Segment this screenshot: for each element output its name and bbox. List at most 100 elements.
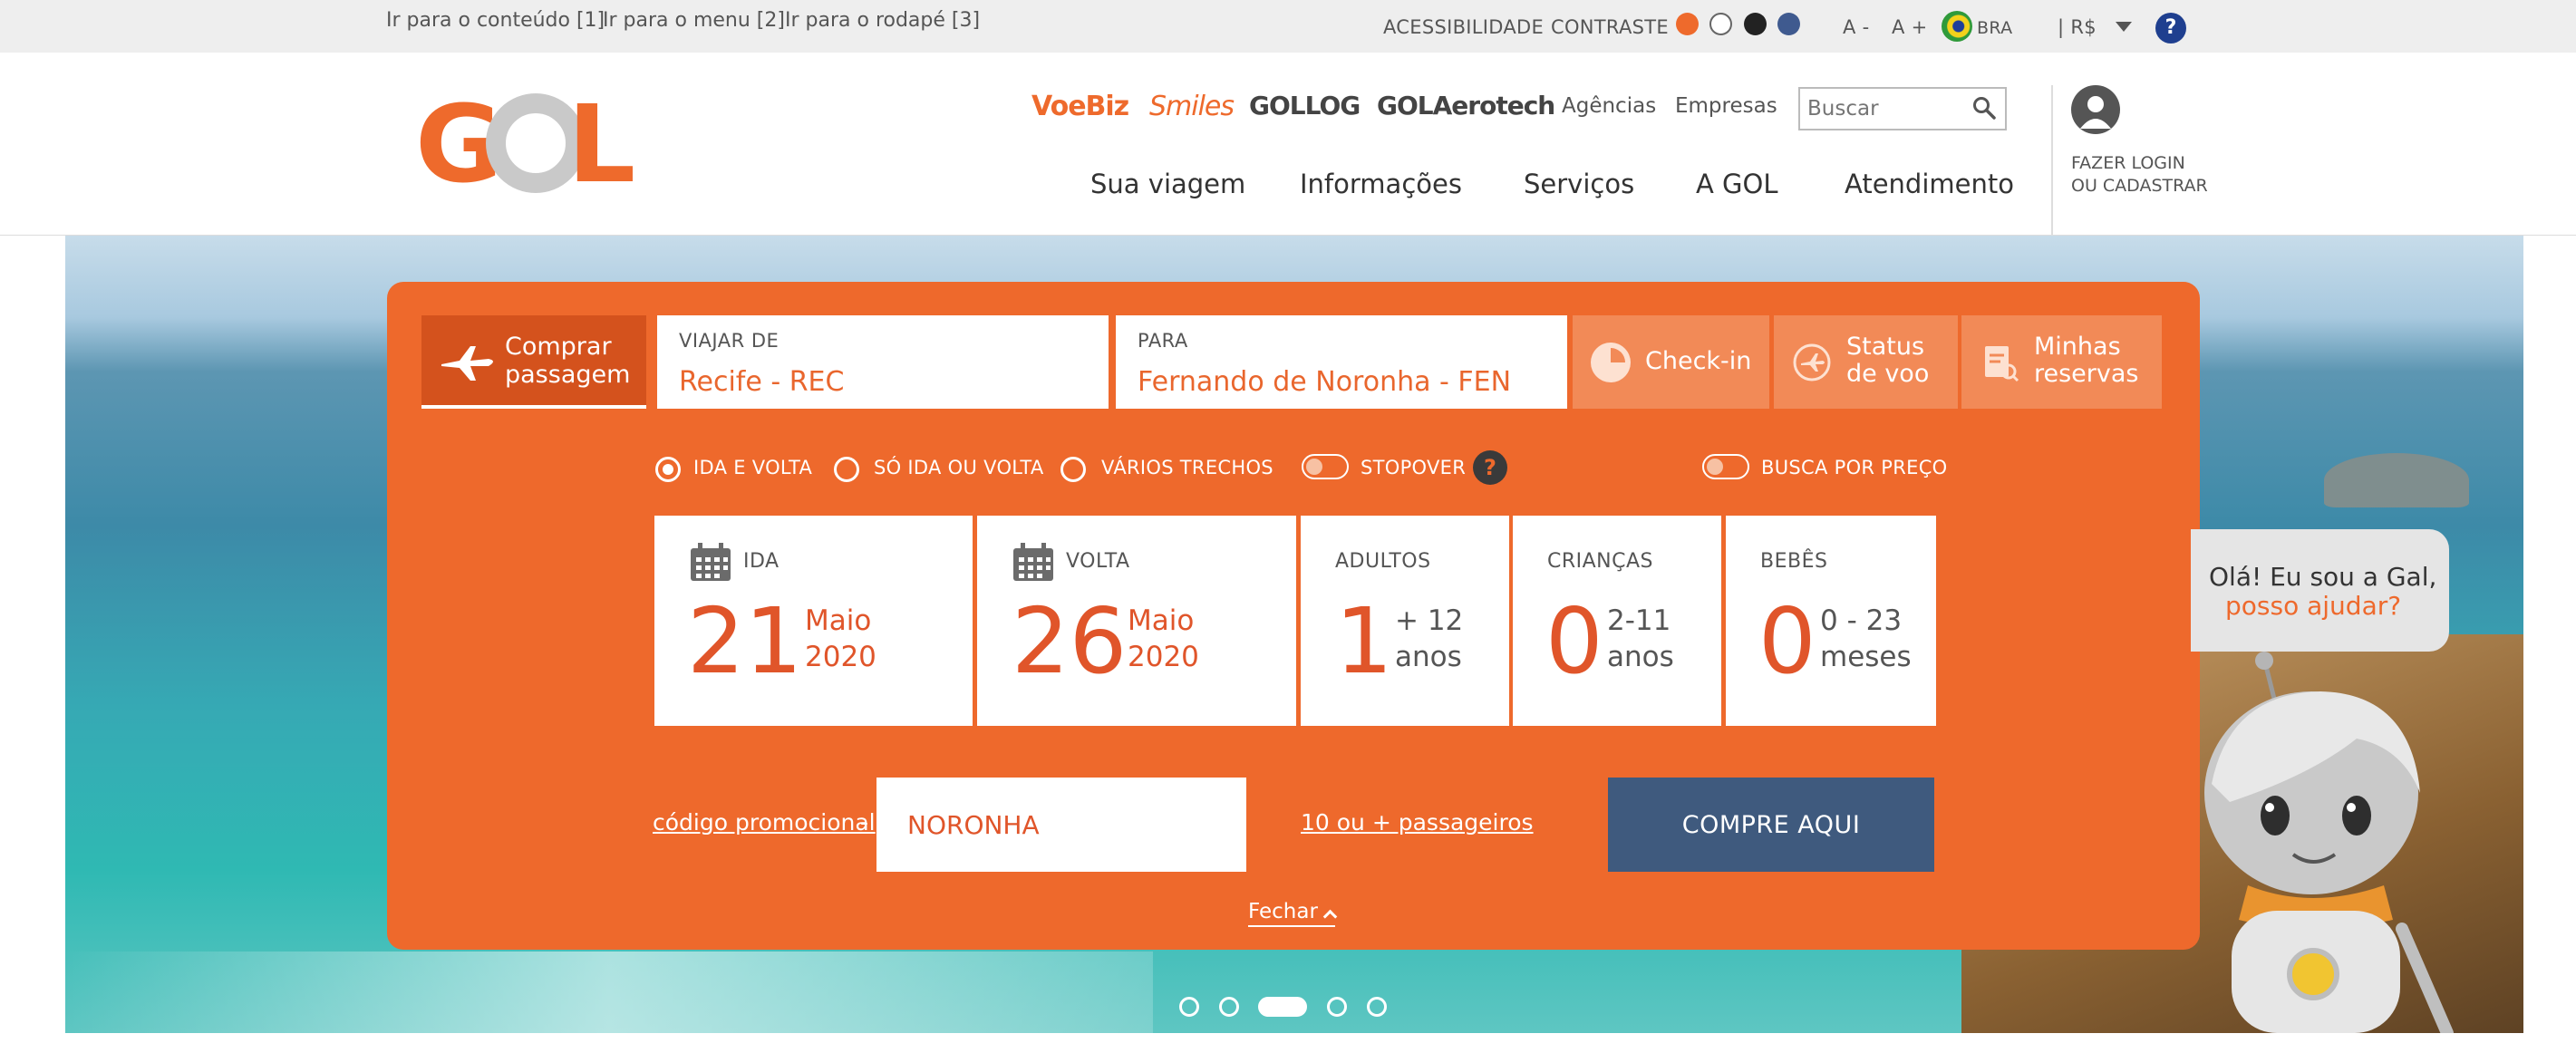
close-label: Fechar	[1248, 900, 1318, 923]
skip-to-footer-link[interactable]: Ir para o rodapé [3]	[785, 9, 980, 32]
skip-to-menu-link[interactable]: Ir para o menu [2]	[603, 9, 785, 32]
utility-bar: Ir para o conteúdo [1] Ir para o menu [2…	[0, 0, 2576, 53]
trip-type-oneway-label[interactable]: SÓ IDA OU VOLTA	[874, 457, 1044, 478]
close-panel-link[interactable]: Fechar	[1248, 900, 1338, 927]
calendar-icon	[1013, 543, 1053, 581]
accessibility-link[interactable]: ACESSIBILIDADE	[1383, 16, 1544, 38]
chevron-up-icon	[1322, 909, 1338, 924]
babies-card[interactable]: BEBÊS 0 0 - 23 meses	[1726, 516, 1936, 726]
svg-text:G: G	[415, 91, 496, 199]
children-age-line-2: anos	[1607, 641, 1674, 673]
clock-icon	[1591, 343, 1631, 382]
contrast-orange-button[interactable]	[1676, 13, 1699, 35]
return-month: Maio	[1128, 604, 1195, 637]
price-search-toggle[interactable]	[1702, 454, 1749, 479]
checkin-label: Check-in	[1645, 347, 1752, 375]
golaerotech-link[interactable]: GOLAerotech	[1377, 91, 1555, 121]
currency-selector[interactable]: | R$	[2058, 16, 2097, 38]
adults-age-line-2: anos	[1395, 641, 1462, 673]
chat-assistant-bubble[interactable]: Olá! Eu sou a Gal, posso ajudar?	[2191, 529, 2449, 652]
origin-field[interactable]: VIAJAR DE Recife - REC	[657, 315, 1109, 409]
nav-servicos[interactable]: Serviços	[1524, 169, 1634, 199]
departure-day: 21	[687, 588, 803, 694]
brazil-flag-icon[interactable]	[1942, 11, 1972, 42]
stopover-toggle[interactable]	[1302, 454, 1349, 479]
search-input[interactable]	[1800, 89, 1963, 129]
trip-type-round-label[interactable]: IDA E VOLTA	[693, 457, 812, 478]
departure-month: Maio	[805, 604, 872, 637]
return-date-card[interactable]: VOLTA 26 Maio 2020	[977, 516, 1296, 726]
carousel-dot-1[interactable]	[1179, 997, 1199, 1017]
chat-help-prompt[interactable]: posso ajudar?	[2225, 591, 2401, 621]
svg-text:L: L	[567, 91, 633, 199]
promo-code-link[interactable]: código promocional	[653, 809, 876, 836]
adults-count: 1	[1335, 588, 1393, 694]
nav-sua-viagem[interactable]: Sua viagem	[1090, 169, 1245, 199]
trip-type-oneway-radio[interactable]	[834, 457, 859, 482]
destination-label: PARA	[1138, 330, 1188, 352]
nav-a-gol[interactable]: A GOL	[1696, 169, 1778, 199]
font-increase-button[interactable]: A +	[1892, 16, 1928, 38]
trip-type-round-radio[interactable]	[655, 457, 681, 482]
tab-buy-line-1: Comprar	[505, 333, 612, 361]
reservations-line-2: reservas	[2034, 360, 2139, 388]
children-label: CRIANÇAS	[1547, 550, 1654, 573]
tab-comprar-passagem[interactable]: Comprar passagem	[421, 315, 646, 409]
flight-status-icon	[1793, 343, 1831, 382]
nav-informacoes[interactable]: Informações	[1300, 169, 1462, 199]
my-reservations-button[interactable]: Minhas reservas	[1961, 315, 2162, 409]
departure-date-card[interactable]: IDA 21 Maio 2020	[654, 516, 973, 726]
voebiz-link[interactable]: VoeBiz	[1031, 91, 1129, 122]
login-line-2: OU CADASTRAR	[2071, 176, 2208, 196]
adults-label: ADULTOS	[1335, 550, 1431, 573]
promo-code-input[interactable]	[876, 778, 1246, 872]
hero-island-decoration	[2324, 453, 2469, 507]
adults-card[interactable]: ADULTOS 1 + 12 anos	[1301, 516, 1509, 726]
return-day: 26	[1012, 588, 1128, 694]
gollog-link[interactable]: GOLLOG	[1249, 91, 1361, 121]
origin-value: Recife - REC	[679, 366, 845, 398]
departure-label: IDA	[743, 550, 780, 573]
nav-atendimento[interactable]: Atendimento	[1845, 169, 2014, 199]
smiles-link[interactable]: Smiles	[1149, 91, 1235, 122]
header-divider	[2051, 85, 2053, 236]
site-header: G L VoeBiz Smiles GOLLOG GOLAerotech Agê…	[0, 53, 2576, 236]
gal-mascot-icon[interactable]	[2175, 648, 2465, 1033]
trip-type-multi-radio[interactable]	[1060, 457, 1086, 482]
buy-button[interactable]: COMPRE AQUI	[1608, 778, 1934, 872]
contrast-white-button[interactable]	[1709, 13, 1732, 35]
carousel-dot-5[interactable]	[1367, 997, 1387, 1017]
flight-status-button[interactable]: Status de voo	[1774, 315, 1958, 409]
help-icon[interactable]: ?	[2155, 13, 2186, 43]
user-icon[interactable]	[2071, 85, 2120, 134]
gol-logo[interactable]: G L	[415, 91, 633, 199]
currency-dropdown-icon[interactable]	[2116, 22, 2132, 32]
departure-year: 2020	[805, 641, 876, 673]
contrast-black-button[interactable]	[1744, 13, 1767, 35]
carousel-dot-2[interactable]	[1219, 997, 1239, 1017]
login-link[interactable]: FAZER LOGIN OU CADASTRAR	[2071, 152, 2208, 198]
flight-status-line-1: Status	[1846, 333, 1925, 361]
skip-to-content-link[interactable]: Ir para o conteúdo [1]	[386, 9, 605, 32]
origin-label: VIAJAR DE	[679, 330, 780, 352]
agencias-link[interactable]: Agências	[1562, 94, 1656, 118]
return-year: 2020	[1128, 641, 1199, 673]
flight-status-line-2: de voo	[1846, 360, 1930, 388]
country-label[interactable]: BRA	[1977, 18, 2012, 38]
group-booking-link[interactable]: 10 ou + passageiros	[1301, 809, 1534, 836]
children-card[interactable]: CRIANÇAS 0 2-11 anos	[1513, 516, 1721, 726]
checkin-button[interactable]: Check-in	[1573, 315, 1769, 409]
carousel-dot-3[interactable]	[1258, 997, 1307, 1017]
stopover-help-icon[interactable]: ?	[1473, 450, 1507, 485]
search-icon[interactable]	[1972, 96, 1996, 120]
font-decrease-button[interactable]: A -	[1843, 16, 1870, 38]
hero-foam-decoration	[65, 952, 1153, 1033]
children-count: 0	[1545, 588, 1603, 694]
destination-field[interactable]: PARA Fernando de Noronha - FEN	[1116, 315, 1567, 409]
adults-age-line-1: + 12	[1395, 604, 1464, 637]
trip-type-multi-label[interactable]: VÁRIOS TRECHOS	[1101, 457, 1273, 478]
carousel-dot-4[interactable]	[1327, 997, 1347, 1017]
babies-age-line-2: meses	[1820, 641, 1912, 673]
contrast-blue-button[interactable]	[1777, 13, 1800, 35]
empresas-link[interactable]: Empresas	[1675, 94, 1777, 118]
